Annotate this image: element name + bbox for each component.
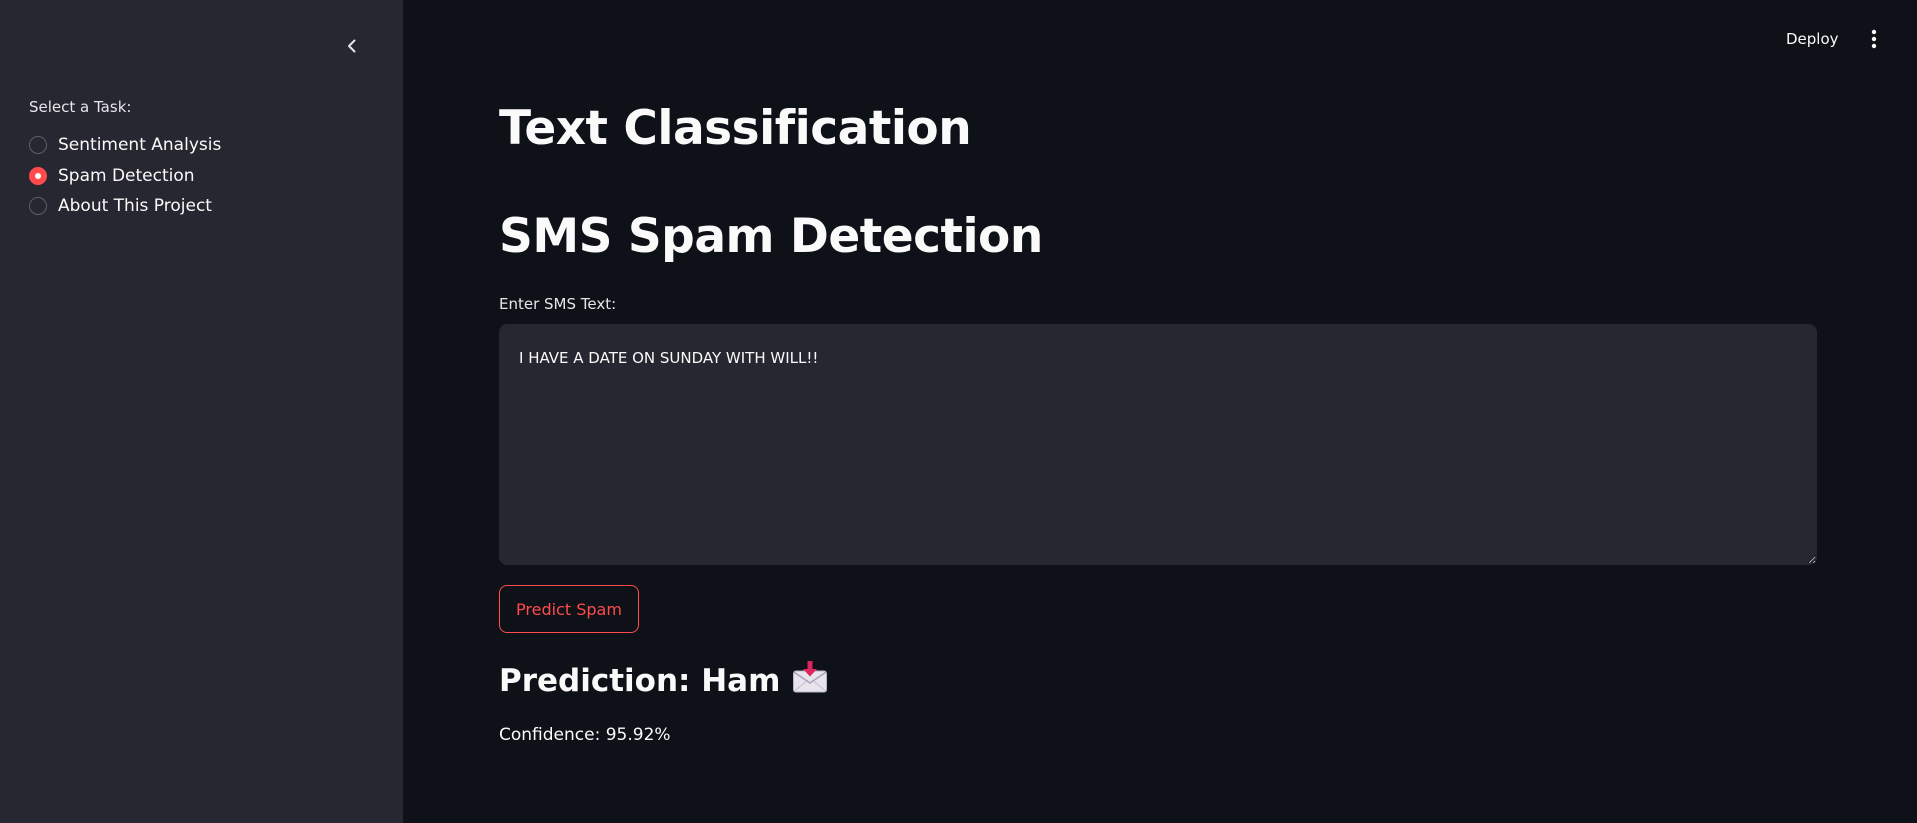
- radio-option-about-project[interactable]: About This Project: [29, 191, 369, 222]
- main-menu-button[interactable]: [1864, 28, 1884, 54]
- radio-unchecked-icon[interactable]: [29, 197, 47, 216]
- radio-checked-icon[interactable]: [29, 166, 47, 185]
- prediction-text: Prediction: Ham: [499, 663, 781, 699]
- chevron-left-icon: [345, 38, 359, 54]
- sms-text-input[interactable]: I HAVE A DATE ON SUNDAY WITH WILL!!: [499, 324, 1817, 565]
- deploy-button[interactable]: Deploy: [1782, 28, 1843, 50]
- section-title: SMS Spam Detection: [499, 209, 1043, 264]
- prediction-result: Prediction: Ham: [499, 660, 828, 702]
- app: Select a Task: Sentiment Analysis Spam D…: [0, 0, 1917, 823]
- collapse-sidebar-button[interactable]: [338, 32, 366, 60]
- radio-option-spam-detection[interactable]: Spam Detection: [29, 161, 369, 192]
- radio-unchecked-icon[interactable]: [29, 136, 47, 155]
- sidebar: Select a Task: Sentiment Analysis Spam D…: [0, 0, 403, 823]
- task-select-label: Select a Task:: [29, 98, 132, 116]
- incoming-envelope-icon: [792, 660, 828, 702]
- radio-option-label: About This Project: [58, 196, 212, 217]
- radio-option-label: Spam Detection: [58, 165, 195, 186]
- radio-option-label: Sentiment Analysis: [58, 135, 222, 156]
- page-title: Text Classification: [499, 101, 972, 156]
- vertical-ellipsis-icon: [1871, 29, 1877, 53]
- confidence-text: Confidence: 95.92%: [499, 725, 671, 745]
- sms-input-label: Enter SMS Text:: [499, 295, 617, 313]
- radio-option-sentiment-analysis[interactable]: Sentiment Analysis: [29, 130, 369, 161]
- predict-spam-button[interactable]: Predict Spam: [499, 585, 639, 633]
- task-radio-group: Sentiment Analysis Spam Detection About …: [29, 130, 369, 222]
